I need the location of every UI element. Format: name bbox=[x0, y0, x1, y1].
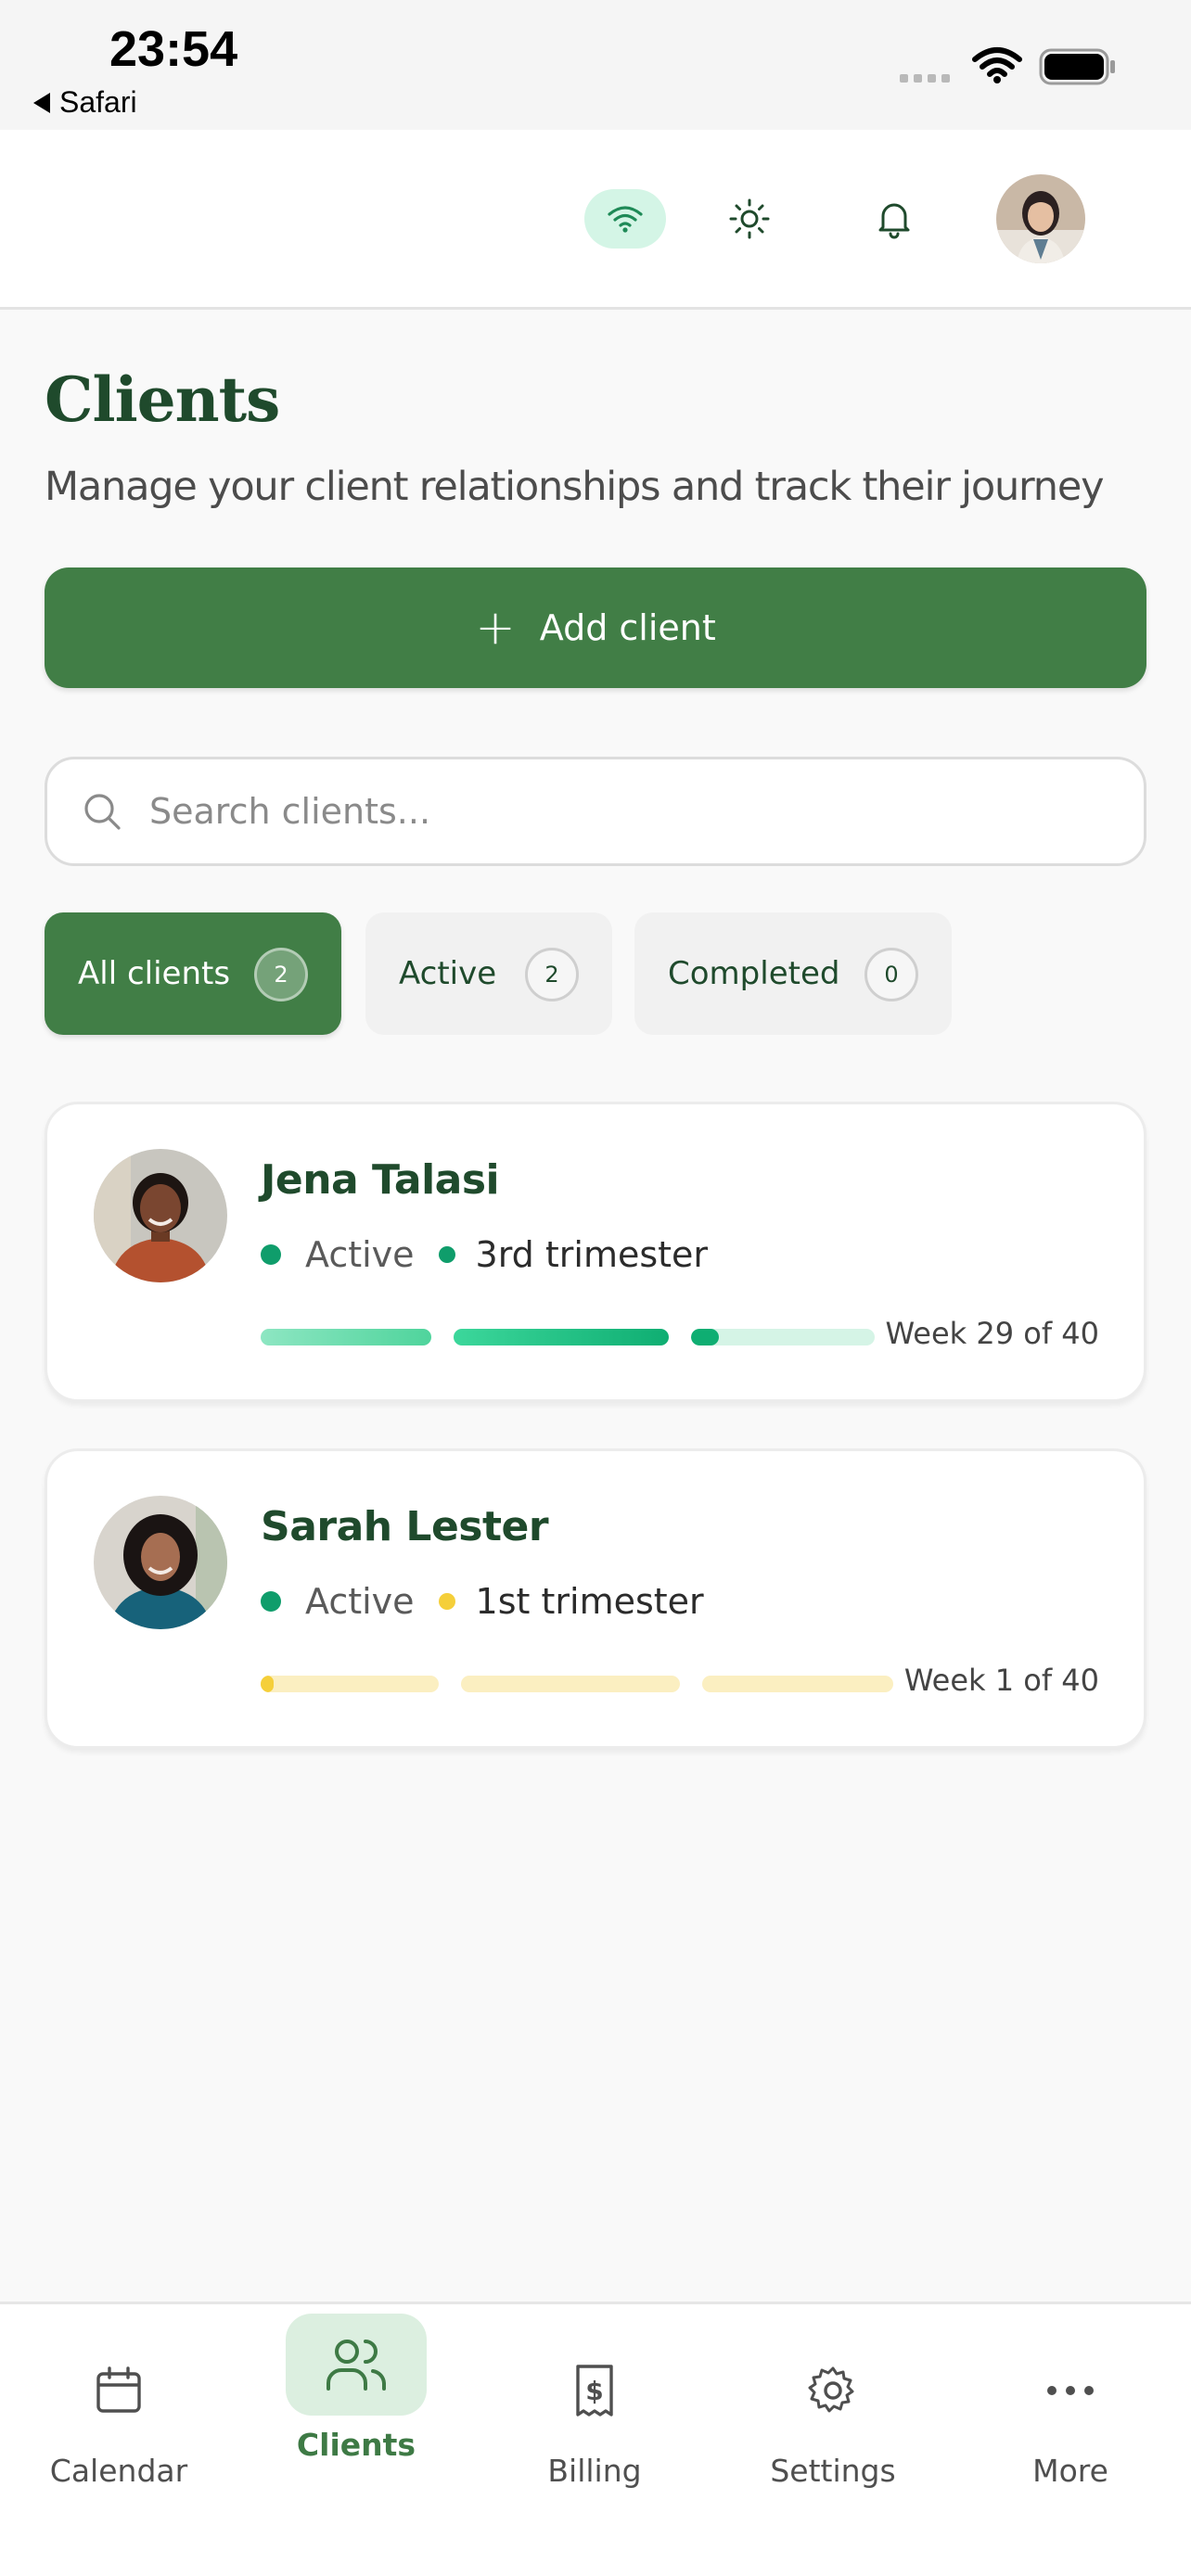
search-icon bbox=[81, 790, 123, 833]
nav-calendar[interactable]: Calendar bbox=[0, 2304, 237, 2490]
notifications-button[interactable] bbox=[864, 189, 924, 249]
trimester-1-bar bbox=[261, 1329, 431, 1345]
nav-label: Billing bbox=[547, 2453, 642, 2489]
tab-completed[interactable]: Completed 0 bbox=[634, 912, 952, 1035]
trimester-3-bar bbox=[691, 1329, 875, 1345]
nav-label: Clients bbox=[296, 2427, 416, 2463]
connection-status-button[interactable] bbox=[584, 189, 666, 249]
nav-label: Calendar bbox=[49, 2453, 188, 2489]
app-header bbox=[0, 130, 1191, 310]
tab-all-clients[interactable]: All clients 2 bbox=[45, 912, 341, 1035]
trimester-dot bbox=[438, 1246, 455, 1263]
client-status-row: Active 3rd trimester bbox=[261, 1234, 708, 1275]
nav-label: Settings bbox=[770, 2453, 896, 2489]
bell-icon bbox=[878, 203, 910, 239]
user-avatar[interactable] bbox=[996, 174, 1085, 263]
tab-active[interactable]: Active 2 bbox=[365, 912, 612, 1035]
status-time: 23:54 bbox=[109, 21, 238, 77]
client-avatar bbox=[94, 1149, 227, 1282]
add-client-label: Add client bbox=[539, 607, 716, 648]
week-progress-text: Week 29 of 40 bbox=[885, 1316, 1099, 1351]
nav-billing[interactable]: $ Billing bbox=[476, 2304, 713, 2490]
user-avatar-image bbox=[996, 174, 1085, 263]
tab-count-badge: 0 bbox=[864, 948, 918, 1001]
client-status-row: Active 1st trimester bbox=[261, 1581, 704, 1622]
trimester-2-bar bbox=[461, 1676, 680, 1692]
wifi-status-icon bbox=[972, 47, 1022, 83]
client-status: Active bbox=[305, 1234, 415, 1275]
trimester-1-bar bbox=[261, 1676, 439, 1692]
svg-text:$: $ bbox=[585, 2376, 603, 2406]
gear-icon bbox=[762, 2340, 903, 2442]
trimester-3-bar bbox=[702, 1676, 893, 1692]
back-label: Safari bbox=[59, 85, 137, 119]
nav-label: More bbox=[1032, 2453, 1108, 2489]
status-bar: 23:54 Safari bbox=[0, 0, 1191, 130]
client-trimester: 1st trimester bbox=[475, 1581, 704, 1622]
cellular-signal-icon bbox=[900, 74, 950, 83]
wifi-icon bbox=[608, 206, 643, 233]
nav-more[interactable]: More bbox=[952, 2304, 1189, 2490]
trimester-2-bar bbox=[454, 1329, 669, 1345]
tab-count-badge: 2 bbox=[254, 948, 308, 1001]
client-avatar bbox=[94, 1496, 227, 1629]
theme-toggle-button[interactable] bbox=[720, 189, 779, 249]
tab-label: Completed bbox=[668, 955, 840, 992]
client-name: Sarah Lester bbox=[261, 1503, 549, 1550]
client-status: Active bbox=[305, 1581, 415, 1622]
trimester-1-fill bbox=[261, 1676, 274, 1692]
client-trimester: 3rd trimester bbox=[475, 1234, 709, 1275]
search-input[interactable]: Search clients... bbox=[45, 757, 1146, 866]
page-title: Clients bbox=[45, 363, 280, 436]
search-placeholder: Search clients... bbox=[149, 791, 431, 832]
page-subtitle: Manage your client relationships and tra… bbox=[45, 464, 1105, 510]
tab-count-badge: 2 bbox=[525, 948, 579, 1001]
trimester-dot bbox=[438, 1593, 455, 1610]
calendar-icon bbox=[48, 2340, 189, 2442]
back-arrow-icon bbox=[33, 92, 50, 113]
add-client-button[interactable]: + Add client bbox=[45, 567, 1146, 688]
receipt-dollar-icon: $ bbox=[524, 2340, 665, 2442]
battery-icon bbox=[1039, 48, 1115, 85]
status-dot bbox=[261, 1244, 281, 1265]
sun-icon bbox=[729, 198, 770, 239]
client-name: Jena Talasi bbox=[261, 1156, 500, 1204]
plus-icon: + bbox=[475, 600, 516, 656]
nav-settings[interactable]: Settings bbox=[714, 2304, 952, 2490]
more-dots-icon bbox=[1000, 2340, 1141, 2442]
tab-label: Active bbox=[399, 955, 497, 992]
users-icon bbox=[286, 2314, 427, 2416]
tab-label: All clients bbox=[78, 955, 231, 992]
status-dot bbox=[261, 1591, 281, 1612]
client-card-jena-talasi[interactable]: Jena Talasi Active 3rd trimester Week 29… bbox=[45, 1102, 1146, 1402]
week-progress-text: Week 1 of 40 bbox=[903, 1663, 1099, 1698]
nav-clients[interactable]: Clients bbox=[237, 2304, 475, 2490]
trimester-3-fill bbox=[691, 1329, 719, 1345]
bottom-navigation: Calendar Clients $ Billing Settings More bbox=[0, 2302, 1191, 2576]
back-to-safari[interactable]: Safari bbox=[33, 85, 137, 120]
client-card-sarah-lester[interactable]: Sarah Lester Active 1st trimester Week 1… bbox=[45, 1448, 1146, 1749]
